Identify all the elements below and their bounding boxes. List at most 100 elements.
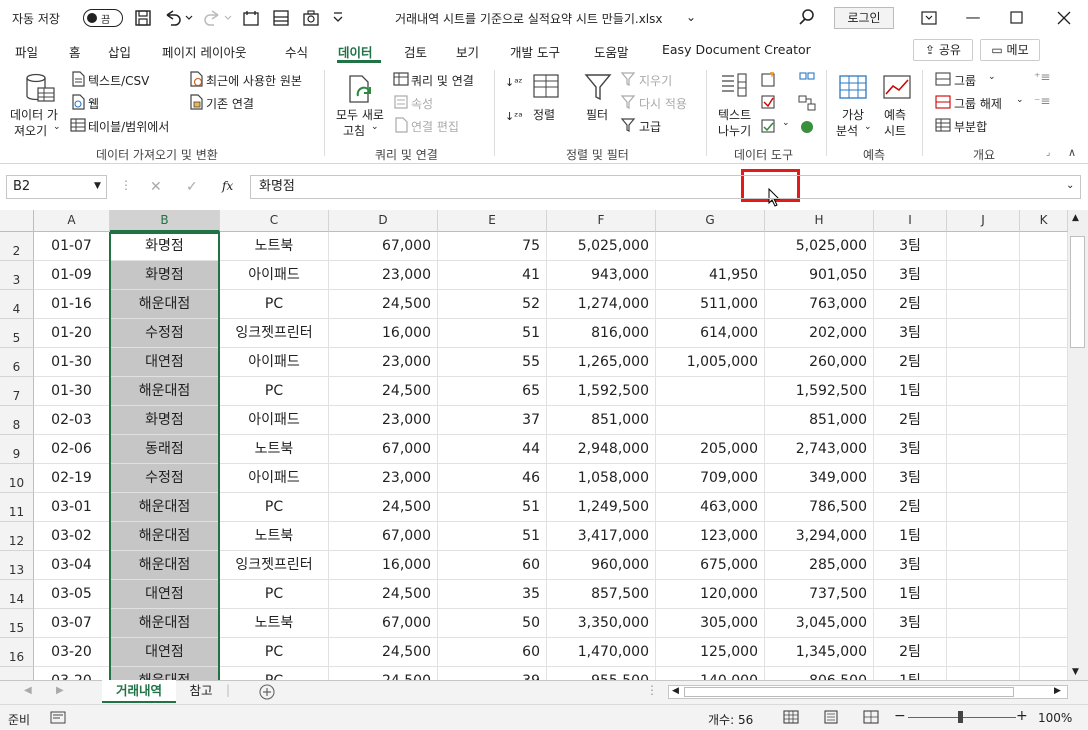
cell-j14[interactable] bbox=[947, 580, 1020, 609]
group-button[interactable]: 그룹 bbox=[954, 72, 976, 89]
tab-file[interactable]: 파일 bbox=[15, 42, 38, 61]
redo-icon[interactable] bbox=[202, 9, 232, 27]
refresh-all-label-2[interactable]: 고침 bbox=[343, 122, 365, 139]
cell-d4[interactable]: 24,500 bbox=[329, 290, 438, 319]
row-header[interactable]: 2 bbox=[0, 232, 34, 261]
camera-icon[interactable] bbox=[302, 9, 320, 27]
get-data-dropdown-icon[interactable]: ⌄ bbox=[53, 122, 61, 132]
cell-i2[interactable]: 3팀 bbox=[874, 232, 947, 261]
cell-d3[interactable]: 23,000 bbox=[329, 261, 438, 290]
minimize-button[interactable]: — bbox=[950, 0, 996, 36]
memo-button[interactable]: ▭ 메모 bbox=[980, 39, 1040, 61]
cell-f8[interactable]: 851,000 bbox=[547, 406, 656, 435]
cell-a6[interactable]: 01-30 bbox=[34, 348, 110, 377]
cell-d15[interactable]: 67,000 bbox=[329, 609, 438, 638]
cell-c13[interactable]: 잉크젯프린터 bbox=[220, 551, 329, 580]
row-header[interactable]: 9 bbox=[0, 435, 34, 464]
tab-insert[interactable]: 삽입 bbox=[108, 42, 131, 61]
cell-a2[interactable]: 01-07 bbox=[34, 232, 110, 261]
cell-j4[interactable] bbox=[947, 290, 1020, 319]
tab-page-layout[interactable]: 페이지 레이아웃 bbox=[162, 42, 246, 61]
cell-j7[interactable] bbox=[947, 377, 1020, 406]
add-sheet-icon[interactable] bbox=[259, 684, 275, 700]
clear-button[interactable]: 지우기 bbox=[639, 72, 672, 89]
cell-k15[interactable] bbox=[1020, 609, 1068, 638]
cell-d14[interactable]: 24,500 bbox=[329, 580, 438, 609]
row-header[interactable]: 12 bbox=[0, 522, 34, 551]
column-header-g[interactable]: G bbox=[656, 210, 765, 232]
cell-h14[interactable]: 737,500 bbox=[765, 580, 874, 609]
what-if-dropdown-icon[interactable]: ⌄ bbox=[864, 122, 872, 132]
cell-e4[interactable]: 52 bbox=[438, 290, 547, 319]
cell-c9[interactable]: 노트북 bbox=[220, 435, 329, 464]
cell-b16[interactable]: 대연점 bbox=[110, 638, 220, 667]
cell-a13[interactable]: 03-04 bbox=[34, 551, 110, 580]
column-header-f[interactable]: F bbox=[547, 210, 656, 232]
select-all-corner[interactable] bbox=[0, 210, 34, 232]
cell-e8[interactable]: 37 bbox=[438, 406, 547, 435]
cell-g12[interactable]: 123,000 bbox=[656, 522, 765, 551]
what-if-label-1[interactable]: 가상 bbox=[842, 106, 864, 123]
text-to-columns-label-1[interactable]: 텍스트 bbox=[718, 106, 751, 123]
customize-toolbar-icon[interactable] bbox=[332, 11, 344, 25]
cell-d10[interactable]: 23,000 bbox=[329, 464, 438, 493]
cell-e12[interactable]: 51 bbox=[438, 522, 547, 551]
ribbon-display-icon[interactable] bbox=[920, 9, 938, 27]
row-header[interactable]: 5 bbox=[0, 319, 34, 348]
cell-f17[interactable]: 955,500 bbox=[547, 667, 656, 680]
cell-e17[interactable]: 39 bbox=[438, 667, 547, 680]
page-layout-view-icon[interactable] bbox=[823, 710, 839, 724]
cell-g10[interactable]: 709,000 bbox=[656, 464, 765, 493]
vertical-scroll-thumb[interactable] bbox=[1070, 236, 1085, 348]
flash-fill-icon[interactable] bbox=[760, 70, 778, 88]
cell-h10[interactable]: 349,000 bbox=[765, 464, 874, 493]
what-if-icon[interactable] bbox=[838, 72, 868, 102]
cell-k5[interactable] bbox=[1020, 319, 1068, 348]
cell-d12[interactable]: 67,000 bbox=[329, 522, 438, 551]
properties-button[interactable]: 속성 bbox=[411, 95, 433, 112]
cell-g11[interactable]: 463,000 bbox=[656, 493, 765, 522]
page-break-view-icon[interactable] bbox=[863, 710, 879, 724]
scroll-down-icon[interactable]: ▼ bbox=[1072, 667, 1079, 677]
cell-f10[interactable]: 1,058,000 bbox=[547, 464, 656, 493]
cell-h3[interactable]: 901,050 bbox=[765, 261, 874, 290]
cell-a17[interactable]: 03-20 bbox=[34, 667, 110, 680]
cell-k12[interactable] bbox=[1020, 522, 1068, 551]
refresh-all-icon[interactable] bbox=[346, 74, 378, 106]
cell-a4[interactable]: 01-16 bbox=[34, 290, 110, 319]
cell-i3[interactable]: 3팀 bbox=[874, 261, 947, 290]
what-if-label-2[interactable]: 분석 bbox=[836, 122, 858, 139]
row-header[interactable]: 4 bbox=[0, 290, 34, 319]
cell-b13[interactable]: 해운대점 bbox=[110, 551, 220, 580]
cell-d17[interactable]: 24,500 bbox=[329, 667, 438, 680]
row-header[interactable]: 10 bbox=[0, 464, 34, 493]
cell-i5[interactable]: 3팀 bbox=[874, 319, 947, 348]
row-header[interactable]: 11 bbox=[0, 493, 34, 522]
cell-k7[interactable] bbox=[1020, 377, 1068, 406]
ungroup-button[interactable]: 그룹 해제 bbox=[954, 95, 1002, 112]
web-button[interactable]: 웹 bbox=[88, 95, 99, 112]
text-to-columns-icon[interactable] bbox=[720, 72, 754, 102]
cell-d16[interactable]: 24,500 bbox=[329, 638, 438, 667]
sort-icon[interactable] bbox=[532, 72, 560, 100]
recent-sources-button[interactable]: 최근에 사용한 원본 bbox=[206, 72, 302, 89]
forecast-sheet-icon[interactable] bbox=[882, 72, 912, 102]
login-button[interactable]: 로그인 bbox=[834, 7, 894, 29]
group-dropdown-icon[interactable]: ⌄ bbox=[988, 72, 996, 82]
cell-i17[interactable]: 1팀 bbox=[874, 667, 947, 680]
cell-j13[interactable] bbox=[947, 551, 1020, 580]
cell-b15[interactable]: 해운대점 bbox=[110, 609, 220, 638]
column-header-h[interactable]: H bbox=[765, 210, 874, 232]
row-header[interactable]: 7 bbox=[0, 377, 34, 406]
cell-c10[interactable]: 아이패드 bbox=[220, 464, 329, 493]
cell-b2[interactable]: 화명점 bbox=[110, 232, 220, 261]
cell-i8[interactable]: 2팀 bbox=[874, 406, 947, 435]
cell-b7[interactable]: 해운대점 bbox=[110, 377, 220, 406]
cell-a8[interactable]: 02-03 bbox=[34, 406, 110, 435]
cell-g3[interactable]: 41,950 bbox=[656, 261, 765, 290]
cell-c17[interactable]: PC bbox=[220, 667, 329, 680]
tab-review[interactable]: 검토 bbox=[404, 42, 427, 61]
expand-formula-bar-icon[interactable]: ⌄ bbox=[1066, 180, 1074, 191]
accessibility-icon[interactable] bbox=[50, 711, 68, 725]
cell-h16[interactable]: 1,345,000 bbox=[765, 638, 874, 667]
